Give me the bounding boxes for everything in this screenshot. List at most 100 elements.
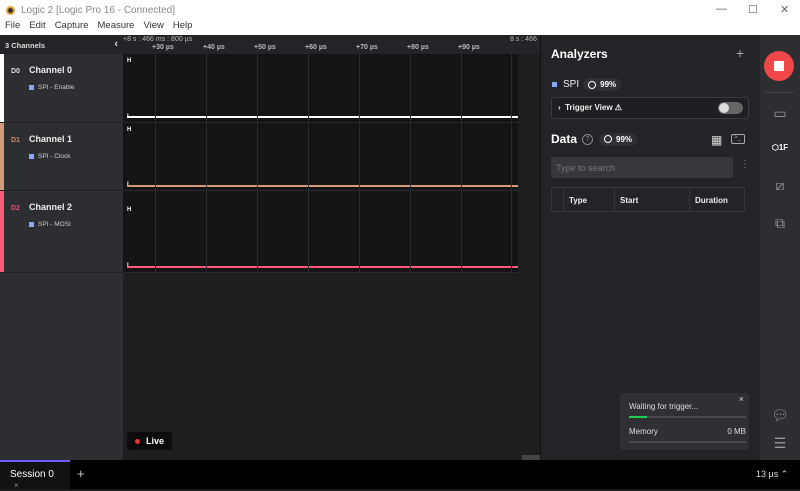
high-label: H — [127, 58, 132, 64]
timescale-display[interactable]: 13 µs ⌃ — [756, 469, 788, 480]
channel-row[interactable]: D0 Channel 0 SPI - Enable — [0, 54, 123, 123]
minimize-button[interactable]: — — [716, 3, 727, 15]
high-label: H — [127, 207, 132, 213]
trigger-progress-bar — [629, 416, 746, 418]
session-label: Session 0 — [10, 469, 54, 480]
search-input[interactable] — [551, 157, 733, 178]
channels-header: 3 Channels ‹ — [0, 35, 123, 54]
grid-line — [206, 54, 207, 273]
analyzers-title: Analyzers — [551, 47, 608, 61]
add-analyzer-button[interactable]: + — [736, 45, 744, 61]
capture-status-popup: × Waiting for trigger... Memory 0 MB — [620, 393, 749, 450]
data-title: Data — [551, 132, 578, 146]
feedback-chat-icon[interactable]: 💬︎ — [760, 407, 800, 424]
more-options-icon[interactable]: ⋮ — [740, 159, 750, 170]
analyzers-panel: Analyzers + SPI 99% › Trigger View ⚠ Dat… — [540, 35, 760, 460]
analyzer-color-icon — [552, 82, 557, 87]
analyzer-label: SPI - Enable — [29, 84, 75, 91]
grid-line — [308, 54, 309, 273]
progress-ring-icon — [588, 80, 597, 89]
channel-color-bar — [0, 191, 4, 272]
trigger-view-row[interactable]: › Trigger View ⚠ — [551, 97, 749, 119]
close-popup-button[interactable]: × — [739, 394, 744, 404]
stop-capture-button[interactable] — [764, 51, 794, 81]
channel-id: D0 — [11, 68, 20, 75]
analyzer-label: SPI - MOSI — [29, 221, 71, 228]
channel-row[interactable]: D2 Channel 2 SPI - MOSI — [0, 191, 123, 273]
maximize-button[interactable]: ☐ — [748, 3, 758, 16]
menu-measure[interactable]: Measure — [98, 20, 135, 35]
tick-label: +50 µs — [254, 44, 276, 51]
session-tab[interactable]: Session 0 × — [0, 460, 70, 490]
live-button[interactable]: Live — [127, 432, 173, 450]
column-start[interactable]: Start — [615, 188, 690, 211]
column-duration[interactable]: Duration — [690, 188, 733, 211]
right-toolbar: ▭ ⬡1F ⧄ ⧉ 💬︎ ☰ — [760, 35, 800, 460]
bottom-bar: Session 0 × + 13 µs ⌃ — [0, 460, 800, 490]
menu-file[interactable]: File — [5, 20, 20, 35]
tick-label: +90 µs — [458, 44, 480, 51]
measure-ruler-icon[interactable]: ⧄ — [760, 177, 800, 194]
progress-ring-icon — [604, 135, 613, 143]
menu-capture[interactable]: Capture — [55, 20, 89, 35]
add-session-button[interactable]: + — [77, 466, 85, 481]
menu-edit[interactable]: Edit — [29, 20, 45, 35]
menu-view[interactable]: View — [143, 20, 163, 35]
extensions-icon[interactable]: ⧉ — [760, 215, 800, 232]
timeline-end: 8 s : 466 — [510, 36, 537, 43]
analyzer-label: SPI - Clock — [29, 153, 71, 160]
waveform-lane: H L — [123, 54, 518, 123]
grid-line — [155, 54, 156, 273]
menu-bar: File Edit Capture Measure View Help — [0, 20, 800, 35]
tick-label: +30 µs — [152, 44, 174, 51]
data-header: Data ? 99% — [551, 132, 638, 146]
memory-bar — [629, 441, 746, 443]
timeline-ruler[interactable]: +8 s : 466 ms : 800 µs 8 s : 466 +30 µs … — [123, 35, 540, 54]
trigger-view-toggle[interactable] — [718, 102, 743, 114]
data-table-header: Type Start Duration — [551, 187, 745, 212]
stop-icon — [774, 61, 784, 71]
app-logo-icon — [6, 5, 15, 15]
channel-name: Channel 0 — [29, 65, 73, 75]
tick-label: +70 µs — [356, 44, 378, 51]
collapse-chevron-icon[interactable]: ‹ — [114, 38, 118, 50]
timeline-start: +8 s : 466 ms : 800 µs — [123, 36, 193, 43]
device-settings-icon[interactable]: ▭ — [760, 105, 800, 122]
terminal-view-icon[interactable]: >_ — [731, 134, 745, 144]
memory-value: 0 MB — [727, 427, 746, 436]
channel-color-bar — [0, 54, 4, 122]
trigger-view-label: Trigger View ⚠ — [565, 103, 622, 112]
channel-name: Channel 2 — [29, 202, 73, 212]
analyzer-color-icon — [29, 222, 34, 227]
analyzer-color-icon — [29, 154, 34, 159]
signal-trace — [127, 116, 518, 118]
menu-hamburger-icon[interactable]: ☰ — [760, 435, 800, 452]
title-bar: Logic 2 [Logic Pro 16 - Connected] — ☐ ✕ — [0, 0, 800, 20]
signal-trace — [127, 266, 518, 268]
analyzer-color-icon — [29, 85, 34, 90]
waveform-area[interactable]: H L H L H L — [123, 54, 540, 460]
live-label: Live — [146, 436, 165, 446]
menu-help[interactable]: Help — [173, 20, 193, 35]
analyzers-icon[interactable]: ⬡1F — [760, 143, 800, 152]
data-progress: 99% — [599, 132, 638, 146]
table-view-icon[interactable]: ▦ — [711, 133, 722, 147]
analyzer-name: SPI — [563, 79, 580, 90]
live-dot-icon — [135, 438, 140, 444]
analyzer-progress: 99% — [583, 78, 622, 91]
memory-label: Memory — [629, 427, 658, 436]
waveform-lane: H L — [123, 191, 518, 273]
window-title: Logic 2 [Logic Pro 16 - Connected] — [21, 4, 175, 16]
channel-name: Channel 1 — [29, 134, 73, 144]
waiting-status: Waiting for trigger... — [629, 402, 699, 411]
tick-label: +60 µs — [305, 44, 327, 51]
tick-label: +40 µs — [203, 44, 225, 51]
analyzer-item[interactable]: SPI 99% — [552, 78, 622, 91]
tick-label: +80 µs — [407, 44, 429, 51]
channel-row[interactable]: D1 Channel 1 SPI - Clock — [0, 123, 123, 191]
column-type[interactable]: Type — [564, 188, 615, 211]
channel-id: D1 — [11, 137, 20, 144]
help-icon[interactable]: ? — [582, 133, 594, 145]
channel-id: D2 — [11, 205, 20, 212]
close-button[interactable]: ✕ — [780, 3, 789, 16]
